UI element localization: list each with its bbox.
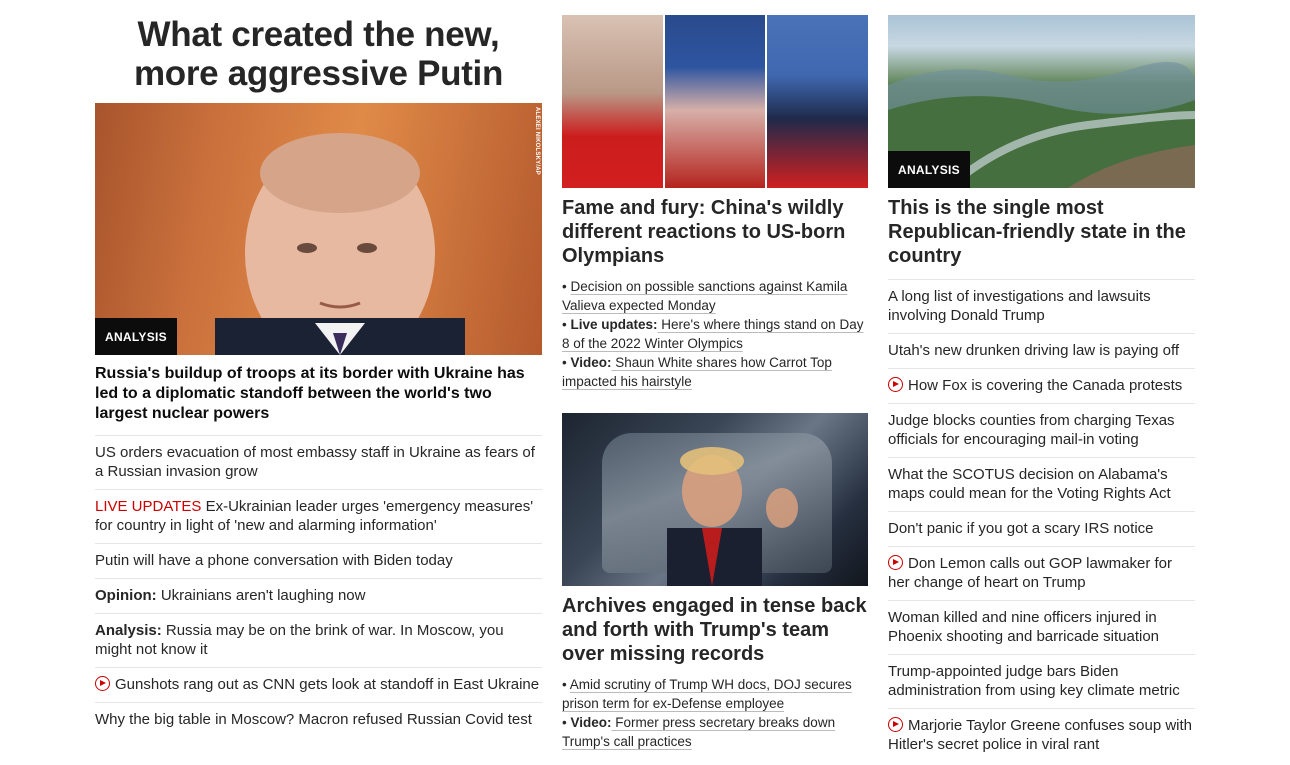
list-item[interactable]: Opinion: Ukrainians aren't laughing now [95,579,542,614]
list-item[interactable]: Judge blocks counties from charging Texa… [888,404,1195,458]
left-column: What created the new, more aggressive Pu… [95,0,542,737]
olympians-headline[interactable]: Fame and fury: China's wildly different … [562,196,868,268]
list-item-text: Don't panic if you got a scary IRS notic… [888,520,1154,537]
olympians-bullets: • Decision on possible sanctions against… [562,277,868,391]
analysis-label: Analysis: [95,622,162,639]
archives-headline[interactable]: Archives engaged in tense back and forth… [562,594,868,666]
bullet-item[interactable]: • Video: Shaun White shares how Carrot T… [562,353,868,391]
list-item[interactable]: Utah's new drunken driving law is paying… [888,334,1195,369]
list-item-text: US orders evacuation of most embassy sta… [95,444,535,480]
related-list: US orders evacuation of most embassy sta… [95,436,542,737]
archives-bullets: • Amid scrutiny of Trump WH docs, DOJ se… [562,675,868,751]
video-play-icon [95,676,110,691]
bullet-item[interactable]: • Decision on possible sanctions against… [562,277,868,315]
video-play-icon [888,555,903,570]
list-item[interactable]: Marjorie Taylor Greene confuses soup wit… [888,709,1195,762]
olympian-photo-2 [664,15,766,188]
list-item[interactable]: US orders evacuation of most embassy sta… [95,436,542,490]
video-play-icon [888,377,903,392]
list-item[interactable]: What the SCOTUS decision on Alabama's ma… [888,458,1195,512]
middle-column: Fame and fury: China's wildly different … [562,0,869,751]
list-item[interactable]: A long list of investigations and lawsui… [888,280,1195,334]
olympian-photo-1 [562,15,663,188]
olympian-photo-3 [767,15,869,188]
list-item-text: Putin will have a phone conversation wit… [95,552,453,569]
video-label: Video: [570,355,612,370]
photo-credit: ALEXEI NIKOLSKY/AP [534,107,540,175]
lead-headline[interactable]: Russia's buildup of troops at its border… [95,364,542,436]
right-list: A long list of investigations and lawsui… [888,280,1195,762]
list-item[interactable]: Don't panic if you got a scary IRS notic… [888,512,1195,547]
video-play-icon [888,717,903,732]
bullet-item[interactable]: • Amid scrutiny of Trump WH docs, DOJ se… [562,675,868,713]
olympians-image[interactable] [562,15,869,188]
list-item-text: Gunshots rang out as CNN gets look at st… [115,676,540,693]
list-item[interactable]: Putin will have a phone conversation wit… [95,544,542,579]
list-item-text: Why the big table in Moscow? Macron refu… [95,711,532,728]
list-item[interactable]: Trump-appointed judge bars Biden adminis… [888,655,1195,709]
list-item[interactable]: Why the big table in Moscow? Macron refu… [95,703,542,737]
opinion-label: Opinion: [95,587,157,604]
trump-figure [667,447,798,586]
list-item[interactable]: Gunshots rang out as CNN gets look at st… [95,668,542,703]
analysis-badge: ANALYSIS [95,318,177,355]
bullet-item[interactable]: • Video: Former press secretary breaks d… [562,713,868,751]
main-headline[interactable]: What created the new, more aggressive Pu… [95,15,542,93]
trump-car-image[interactable] [562,413,868,586]
list-item-text: Judge blocks counties from charging Texa… [888,412,1175,448]
right-column: ANALYSIS This is the single most Republi… [888,0,1195,762]
live-updates-label: LIVE UPDATES [95,498,202,515]
bullet-item[interactable]: • Live updates: Here's where things stan… [562,315,868,353]
putin-hero-image[interactable]: ALEXEI NIKOLSKY/AP ANALYSIS [95,103,542,355]
list-item[interactable]: Analysis: Russia may be on the brink of … [95,614,542,668]
list-item[interactable]: LIVE UPDATES Ex-Ukrainian leader urges '… [95,490,542,544]
live-updates-label: Live updates: [570,317,658,332]
landscape-image[interactable]: ANALYSIS [888,15,1195,188]
list-item-text: Don Lemon calls out GOP lawmaker for her… [888,555,1173,591]
video-label: Video: [570,715,612,730]
list-item[interactable]: How Fox is covering the Canada protests [888,369,1195,404]
list-item-text: Marjorie Taylor Greene confuses soup wit… [888,717,1193,753]
bullet-text: Amid scrutiny of Trump WH docs, DOJ secu… [562,677,852,711]
list-item[interactable]: Woman killed and nine officers injured i… [888,601,1195,655]
analysis-badge: ANALYSIS [888,151,970,188]
list-item-text: Trump-appointed judge bars Biden adminis… [888,663,1180,699]
list-item-text: Utah's new drunken driving law is paying… [888,342,1180,359]
list-item-text: What the SCOTUS decision on Alabama's ma… [888,466,1171,502]
list-item-text: How Fox is covering the Canada protests [908,377,1183,394]
list-item-text: Ukrainians aren't laughing now [156,587,366,604]
republican-state-headline[interactable]: This is the single most Republican-frien… [888,196,1195,280]
list-item[interactable]: Don Lemon calls out GOP lawmaker for her… [888,547,1195,601]
bullet-text: Decision on possible sanctions against K… [562,279,848,313]
list-item-text: A long list of investigations and lawsui… [888,288,1151,324]
list-item-text: Woman killed and nine officers injured i… [888,609,1160,645]
